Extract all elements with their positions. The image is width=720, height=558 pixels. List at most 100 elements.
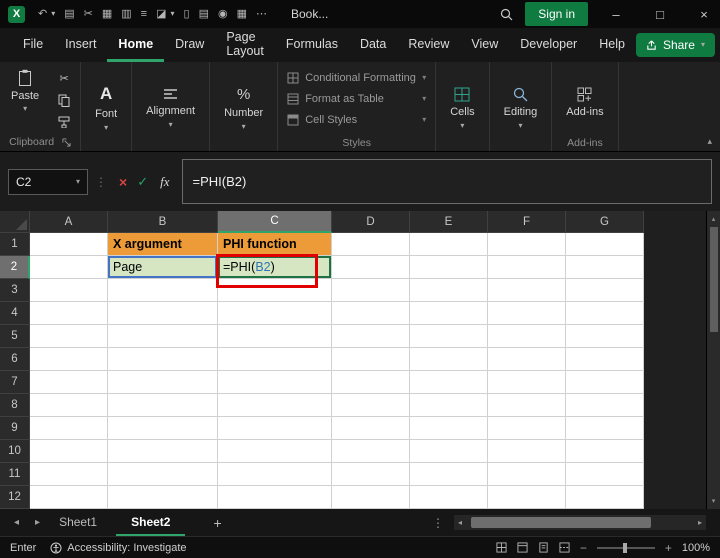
fill-color-icon[interactable]: ◪	[156, 8, 166, 20]
page-break-view-icon[interactable]	[559, 542, 570, 553]
cell-A8[interactable]	[30, 394, 108, 417]
cell-D1[interactable]	[332, 233, 410, 256]
number-menu-button[interactable]: % Number ▾	[215, 67, 272, 149]
cell-B4[interactable]	[108, 302, 218, 325]
cell-E11[interactable]	[410, 463, 488, 486]
search-icon[interactable]	[500, 8, 513, 21]
cell-A1[interactable]	[30, 233, 108, 256]
cancel-button[interactable]: ×	[119, 174, 127, 190]
cell-B1[interactable]: X argument	[108, 233, 218, 256]
row-header-1[interactable]: 1	[0, 233, 30, 256]
cell-B3[interactable]	[108, 279, 218, 302]
column-header-A[interactable]: A	[30, 211, 108, 233]
cell-B12[interactable]	[108, 486, 218, 509]
zoom-level[interactable]: 100%	[682, 542, 710, 554]
cell-E8[interactable]	[410, 394, 488, 417]
cell-C12[interactable]	[218, 486, 332, 509]
paste-button[interactable]: Paste ▾	[5, 67, 45, 130]
cell-D4[interactable]	[332, 302, 410, 325]
sheet-tab-sheet1[interactable]: Sheet1	[44, 509, 112, 536]
cell-D2[interactable]	[332, 256, 410, 279]
cell-F1[interactable]	[488, 233, 566, 256]
cell-A11[interactable]	[30, 463, 108, 486]
cell-G4[interactable]	[566, 302, 644, 325]
qat-dropdown-icon[interactable]: ▾	[171, 10, 175, 18]
column-header-F[interactable]: F	[488, 211, 566, 233]
row-header-12[interactable]: 12	[0, 486, 30, 509]
select-all-corner[interactable]	[0, 211, 30, 233]
cell-E5[interactable]	[410, 325, 488, 348]
row-header-5[interactable]: 5	[0, 325, 30, 348]
cell-B9[interactable]	[108, 417, 218, 440]
addins-button[interactable]: Add-ins	[557, 67, 612, 137]
tab-review[interactable]: Review	[397, 28, 460, 62]
row-header-7[interactable]: 7	[0, 371, 30, 394]
cell-A3[interactable]	[30, 279, 108, 302]
zoom-slider[interactable]	[596, 542, 655, 553]
cell-D11[interactable]	[332, 463, 410, 486]
tab-insert[interactable]: Insert	[54, 28, 107, 62]
cell-E1[interactable]	[410, 233, 488, 256]
maximize-button[interactable]: □	[644, 0, 676, 28]
name-box-dropdown-icon[interactable]: ▾	[76, 177, 80, 186]
sheet-tab-sheet2[interactable]: Sheet2	[116, 509, 186, 536]
cell-F5[interactable]	[488, 325, 566, 348]
tab-developer[interactable]: Developer	[509, 28, 588, 62]
cell-F2[interactable]	[488, 256, 566, 279]
cell-G7[interactable]	[566, 371, 644, 394]
column-header-D[interactable]: D	[332, 211, 410, 233]
cell-G5[interactable]	[566, 325, 644, 348]
excel-logo-icon[interactable]: X	[8, 5, 25, 23]
cell-B8[interactable]	[108, 394, 218, 417]
cell-D3[interactable]	[332, 279, 410, 302]
cell-C1[interactable]: PHI function	[218, 233, 332, 256]
copy-button[interactable]	[53, 92, 75, 108]
cell-E2[interactable]	[410, 256, 488, 279]
sheet-nav-left-icon[interactable]: ◂	[14, 517, 19, 528]
cell-E7[interactable]	[410, 371, 488, 394]
column-header-B[interactable]: B	[108, 211, 218, 233]
cell-B11[interactable]	[108, 463, 218, 486]
cell-C6[interactable]	[218, 348, 332, 371]
print-icon[interactable]: ▤	[199, 8, 209, 20]
horizontal-scrollbar-thumb[interactable]	[471, 517, 652, 528]
cell-C11[interactable]	[218, 463, 332, 486]
cell-E10[interactable]	[410, 440, 488, 463]
cell-G9[interactable]	[566, 417, 644, 440]
minimize-button[interactable]: –	[600, 0, 632, 28]
undo-dropdown-icon[interactable]: ▾	[51, 10, 55, 18]
conditional-formatting-button[interactable]: Conditional Formatting ▾	[283, 67, 430, 88]
page-layout-view-icon[interactable]	[538, 542, 549, 553]
cell-E9[interactable]	[410, 417, 488, 440]
cells-menu-button[interactable]: Cells ▾	[441, 67, 483, 149]
tab-data[interactable]: Data	[349, 28, 397, 62]
cell-C4[interactable]	[218, 302, 332, 325]
undo-icon[interactable]: ↶	[38, 8, 47, 20]
tab-home[interactable]: Home	[107, 28, 165, 62]
chart-icon[interactable]: ▥	[121, 8, 131, 20]
document-icon[interactable]: ▯	[184, 8, 190, 20]
cell-F12[interactable]	[488, 486, 566, 509]
cell-F9[interactable]	[488, 417, 566, 440]
column-header-E[interactable]: E	[410, 211, 488, 233]
cell-E4[interactable]	[410, 302, 488, 325]
insert-function-button[interactable]: fx	[160, 174, 169, 190]
cell-B5[interactable]	[108, 325, 218, 348]
tab-view[interactable]: View	[460, 28, 509, 62]
tab-draw[interactable]: Draw	[164, 28, 215, 62]
zoom-in-button[interactable]: +	[665, 541, 672, 555]
cell-E6[interactable]	[410, 348, 488, 371]
cell-C9[interactable]	[218, 417, 332, 440]
cell-G11[interactable]	[566, 463, 644, 486]
cell-G3[interactable]	[566, 279, 644, 302]
font-menu-button[interactable]: A Font ▾	[86, 67, 126, 149]
cell-D6[interactable]	[332, 348, 410, 371]
cell-F10[interactable]	[488, 440, 566, 463]
cell-B10[interactable]	[108, 440, 218, 463]
cell-B2[interactable]: Page	[108, 256, 218, 279]
cell-A9[interactable]	[30, 417, 108, 440]
display-options-icon[interactable]	[496, 542, 507, 553]
cell-C7[interactable]	[218, 371, 332, 394]
column-header-G[interactable]: G	[566, 211, 644, 233]
cell-C8[interactable]	[218, 394, 332, 417]
